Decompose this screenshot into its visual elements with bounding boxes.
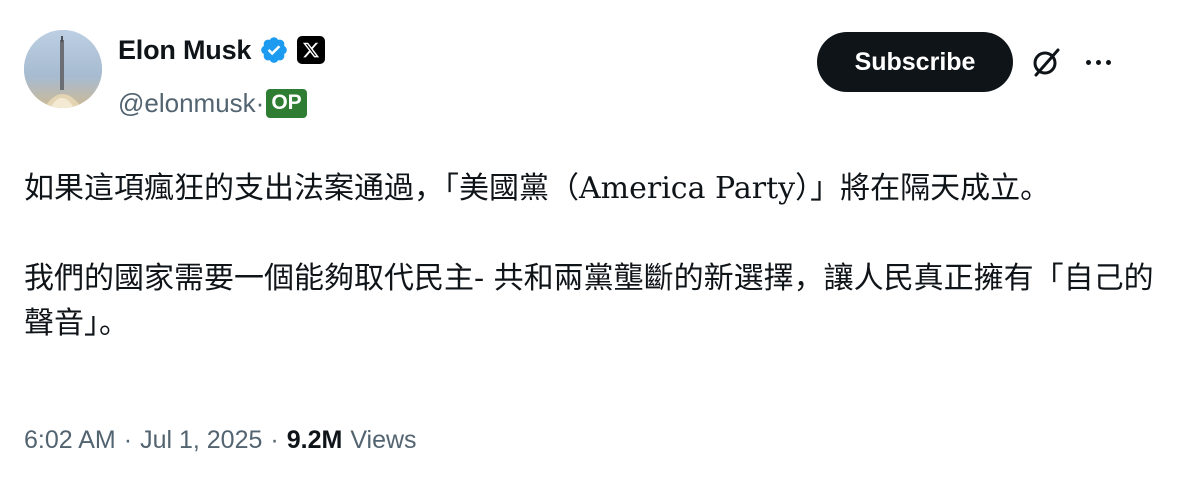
grok-icon[interactable] xyxy=(1028,44,1064,80)
author-handle[interactable]: @elonmusk· xyxy=(118,88,264,119)
more-dot xyxy=(1095,59,1101,65)
tweet-date[interactable]: Jul 1, 2025 xyxy=(140,426,262,455)
more-icon[interactable] xyxy=(1080,48,1116,76)
views-label: Views xyxy=(350,426,417,454)
meta-separator: · xyxy=(123,426,133,454)
verified-badge-icon[interactable] xyxy=(259,35,289,65)
more-dot xyxy=(1085,59,1091,65)
avatar[interactable] xyxy=(24,30,102,108)
tweet-text: 如果這項瘋狂的支出法案通過，「美國黨（America Party）」將在隔天成立… xyxy=(24,166,1174,346)
author-name-row: Elon Musk xyxy=(118,34,326,66)
tweet-paragraph: 我們的國家需要一個能夠取代民主- 共和兩黨壟斷的新選擇，讓人民真正擁有「自己的聲… xyxy=(24,261,1154,341)
author-handle-row: @elonmusk· OP xyxy=(118,86,307,120)
author-display-name[interactable]: Elon Musk xyxy=(118,35,251,66)
more-dot xyxy=(1105,59,1111,65)
tweet-time[interactable]: 6:02 AM xyxy=(24,426,116,455)
tweet-meta: 6:02 AM · Jul 1, 2025 · 9.2M Views xyxy=(24,426,417,455)
tweet-card: Elon Musk @elonmusk· OP Subscribe 如果這項瘋狂… xyxy=(0,0,1200,489)
views-count: 9.2M xyxy=(286,426,343,454)
meta-separator: · xyxy=(270,426,279,454)
tweet-paragraph: 如果這項瘋狂的支出法案通過，「美國黨（America Party）」將在隔天成立… xyxy=(24,171,1051,206)
op-badge: OP xyxy=(266,88,307,118)
x-logo-icon[interactable] xyxy=(297,36,326,64)
subscribe-button[interactable]: Subscribe xyxy=(817,32,1013,92)
